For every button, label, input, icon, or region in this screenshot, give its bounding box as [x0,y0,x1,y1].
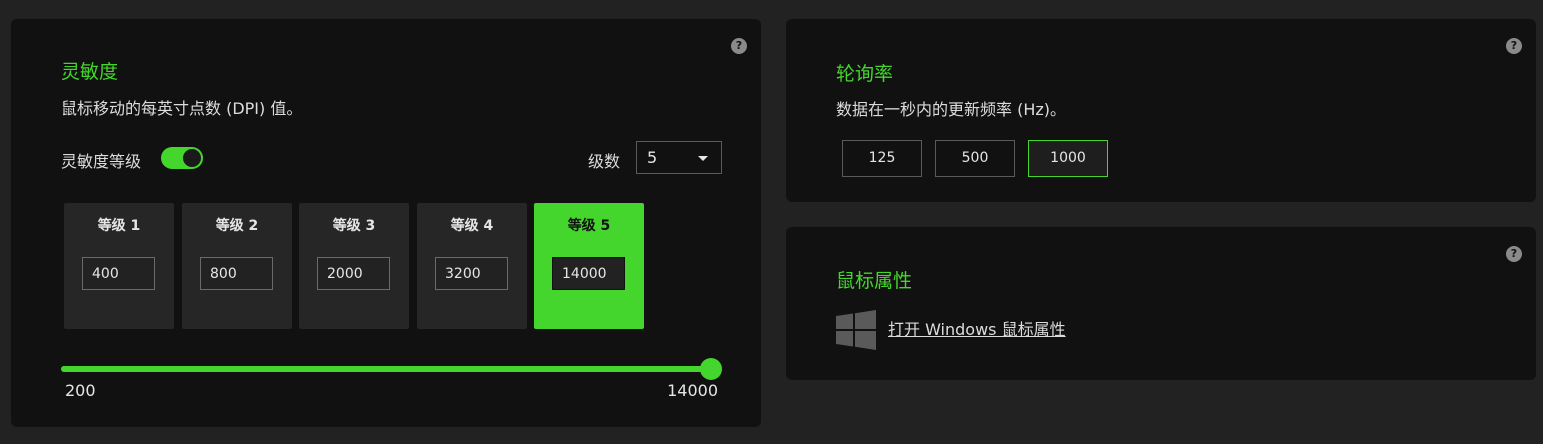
level-card-1[interactable]: 等级 1 [64,203,174,329]
level-card-3[interactable]: 等级 3 [299,203,409,329]
stage-count-select[interactable]: 5 [636,141,722,174]
level-title: 等级 4 [450,218,494,234]
polling-help-icon[interactable]: ? [1506,38,1522,54]
sensitivity-stages-label: 灵敏度等级 [61,152,142,171]
level-title: 等级 3 [332,218,376,234]
sensitivity-stages-toggle[interactable] [161,147,203,169]
dpi-slider[interactable] [61,358,722,380]
polling-rate-panel: ? 轮询率 数据在一秒内的更新频率 (Hz)。 125 500 1000 [786,19,1536,202]
level-card-2[interactable]: 等级 2 [182,203,292,329]
level-dpi-input-3[interactable] [317,257,390,290]
dpi-slider-min-label: 200 [65,381,96,400]
sensitivity-panel: ? 灵敏度 鼠标移动的每英寸点数 (DPI) 值。 灵敏度等级 级数 5 等级 … [11,19,761,427]
level-title: 等级 5 [567,218,611,234]
dpi-slider-fill [61,366,711,372]
sensitivity-title: 灵敏度 [61,61,119,83]
level-card-5[interactable]: 等级 5 [534,203,644,329]
polling-option-500[interactable]: 500 [935,140,1015,177]
sensitivity-help-icon[interactable]: ? [731,38,747,54]
open-windows-mouse-properties-link[interactable]: 打开 Windows 鼠标属性 [888,316,1066,340]
mouse-props-help-icon[interactable]: ? [1506,246,1522,262]
mouse-props-title: 鼠标属性 [836,270,913,292]
chevron-down-icon [698,156,708,161]
toggle-knob [183,149,201,167]
polling-option-1000[interactable]: 1000 [1028,140,1108,177]
polling-title: 轮询率 [836,63,894,85]
level-title: 等级 2 [215,218,259,234]
polling-option-125[interactable]: 125 [842,140,922,177]
sensitivity-description: 鼠标移动的每英寸点数 (DPI) 值。 [61,99,303,118]
stage-count-label: 级数 [588,152,621,171]
polling-description: 数据在一秒内的更新频率 (Hz)。 [836,100,1067,119]
level-dpi-input-1[interactable] [82,257,155,290]
level-dpi-input-2[interactable] [200,257,273,290]
dpi-slider-thumb[interactable] [700,358,722,380]
level-dpi-input-4[interactable] [435,257,508,290]
level-card-4[interactable]: 等级 4 [417,203,527,329]
dpi-slider-max-label: 14000 [667,381,718,400]
stage-count-value: 5 [647,148,658,167]
level-dpi-input-5[interactable] [552,257,625,290]
mouse-properties-panel: ? 鼠标属性 打开 Windows 鼠标属性 [786,227,1536,380]
windows-logo-icon [836,310,876,350]
level-title: 等级 1 [97,218,141,234]
